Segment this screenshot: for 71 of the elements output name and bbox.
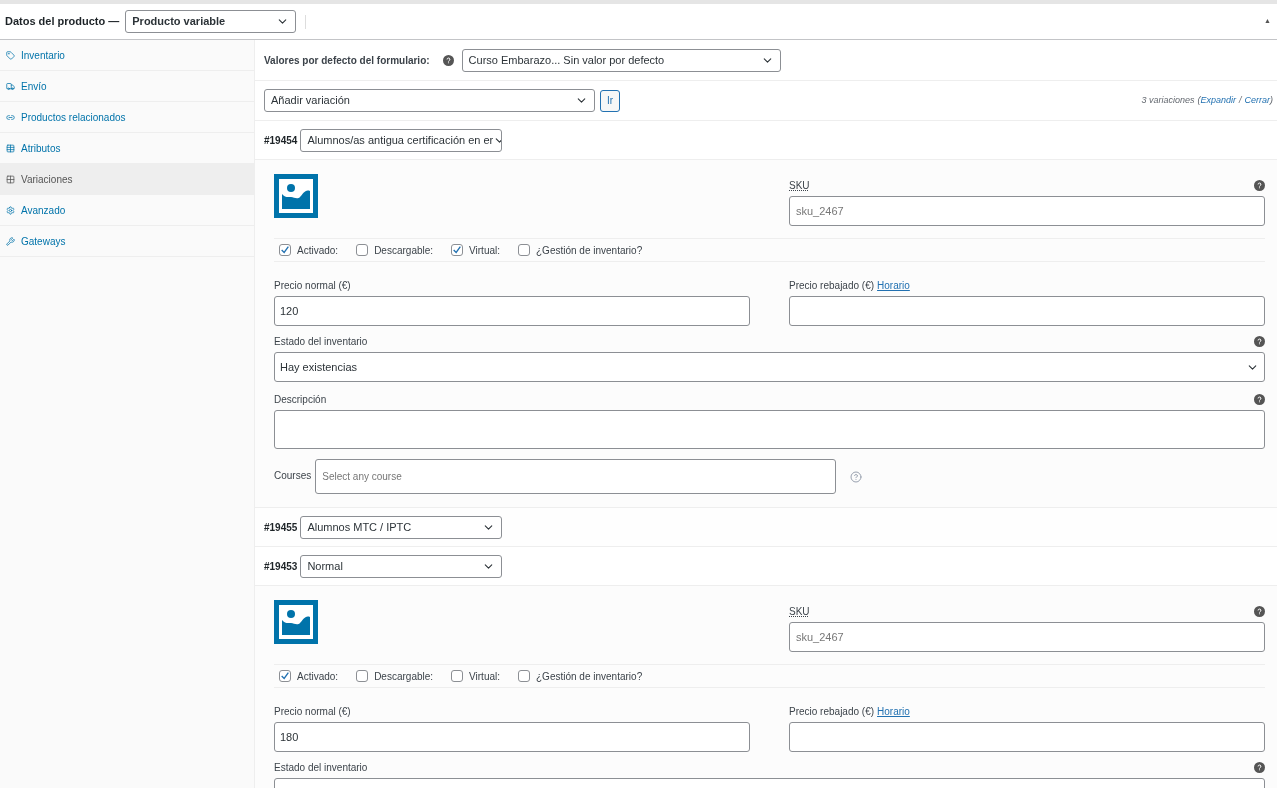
description-label: Descripción xyxy=(274,393,327,407)
price-label: Precio normal (€) xyxy=(274,705,352,719)
checkbox[interactable] xyxy=(518,670,530,682)
checkbox-label: Descargable: xyxy=(374,243,434,258)
variation-count: 3 variaciones xyxy=(1141,93,1195,107)
checkbox-label: ¿Gestión de inventario? xyxy=(536,669,643,684)
variation-id: #19453 xyxy=(264,559,298,574)
help-icon[interactable] xyxy=(1254,180,1265,191)
sale-price-field[interactable] xyxy=(789,296,1265,326)
add-variation-select[interactable]: Añadir variación xyxy=(264,89,595,112)
bracket: ( xyxy=(1197,93,1201,107)
sale-price-label: Precio rebajado (€) xyxy=(789,705,875,719)
help-icon[interactable] xyxy=(1254,762,1265,773)
go-button[interactable]: Ir xyxy=(600,89,621,112)
image-placeholder-icon[interactable] xyxy=(274,600,318,644)
checkbox[interactable] xyxy=(518,244,530,256)
price-label: Precio normal (€) xyxy=(274,279,352,293)
schedule-link[interactable]: Horario xyxy=(877,704,910,719)
sku-label: SKU xyxy=(789,179,810,193)
price-field[interactable]: 120 xyxy=(274,296,750,326)
menu-icon xyxy=(6,205,15,215)
courses-field[interactable]: Select any course xyxy=(315,459,837,494)
link-separator: / xyxy=(1238,93,1242,107)
stock-label: Estado del inventario xyxy=(274,761,368,775)
attribute-select[interactable]: Alumnos MTC / IPTC xyxy=(300,515,503,539)
menu-icon xyxy=(6,50,15,60)
sale-price-label: Precio rebajado (€) xyxy=(789,279,875,293)
panel-title: Datos del producto — xyxy=(5,14,120,30)
menu-icon xyxy=(6,112,15,122)
variation-id: #19454 xyxy=(264,133,298,148)
menu-icon xyxy=(6,81,15,91)
menu-icon xyxy=(6,143,15,153)
defaults-select[interactable]: Curso Embarazo... Sin valor por defecto xyxy=(461,48,781,72)
checkbox-label: Virtual: xyxy=(469,669,500,684)
bracket: ) xyxy=(1270,93,1273,107)
menu-icon xyxy=(6,236,15,246)
courses-label: Courses xyxy=(274,469,312,483)
attribute-select[interactable]: Alumnos/as antigua certificación en er xyxy=(300,128,503,152)
help-icon[interactable] xyxy=(442,54,454,66)
stock-select[interactable]: Hay existencias xyxy=(274,352,1265,382)
collapse-link[interactable]: Cerrar xyxy=(1244,93,1270,108)
variation-id: #19455 xyxy=(264,520,298,535)
stock-label: Estado del inventario xyxy=(274,335,368,349)
checkbox[interactable] xyxy=(451,244,464,256)
sidebar-item[interactable]: Variaciones xyxy=(0,164,254,195)
checkbox[interactable] xyxy=(356,670,369,682)
checkbox[interactable] xyxy=(279,244,291,256)
help-icon[interactable] xyxy=(1254,336,1265,347)
sku-label: SKU xyxy=(789,605,810,619)
checkbox-label: Activado: xyxy=(297,243,339,258)
checkbox[interactable] xyxy=(279,670,291,682)
sku-field[interactable]: sku_2467 xyxy=(789,196,1265,226)
price-field[interactable]: 180 xyxy=(274,722,750,752)
checkbox[interactable] xyxy=(451,670,464,682)
help-icon[interactable] xyxy=(1254,394,1265,405)
sku-field[interactable]: sku_2467 xyxy=(789,622,1265,652)
checkbox-label: Virtual: xyxy=(469,243,500,258)
help-icon[interactable] xyxy=(1254,606,1265,617)
description-field[interactable] xyxy=(274,410,1265,449)
defaults-label: Valores por defecto del formulario: xyxy=(264,53,430,68)
menu-icon xyxy=(6,174,15,184)
checkbox-label: Activado: xyxy=(297,669,339,684)
expand-link[interactable]: Expandir xyxy=(1200,93,1236,108)
image-placeholder-icon[interactable] xyxy=(274,174,318,218)
schedule-link[interactable]: Horario xyxy=(877,278,910,293)
attribute-select[interactable]: Normal xyxy=(300,554,503,578)
checkbox-label: ¿Gestión de inventario? xyxy=(536,243,643,258)
checkbox[interactable] xyxy=(356,244,369,256)
product-type-select[interactable]: Producto variable xyxy=(125,10,297,33)
checkbox-label: Descargable: xyxy=(374,669,434,684)
sale-price-field[interactable] xyxy=(789,722,1265,752)
